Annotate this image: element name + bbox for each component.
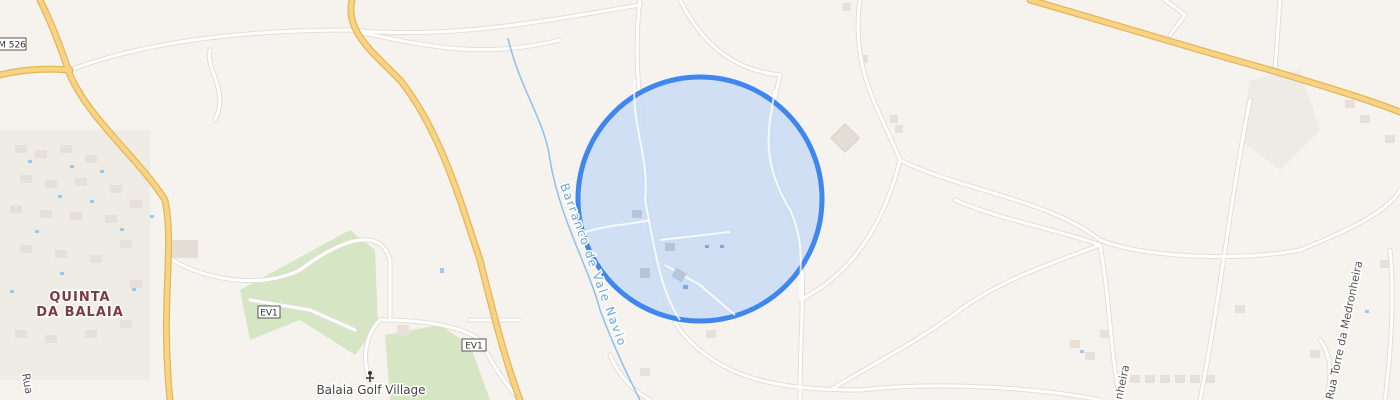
place-label: DA BALAIA — [36, 305, 124, 320]
building — [168, 240, 198, 258]
svg-text:EV1: EV1 — [465, 342, 483, 352]
place-label: QUINTA — [49, 290, 110, 305]
svg-text:EV1: EV1 — [260, 309, 278, 319]
road-shield: EV1 — [461, 338, 487, 352]
road-shield: M 526 — [0, 37, 27, 51]
map-canvas[interactable]: QUINTA DA BALAIA Balaia Golf Village M 5… — [0, 0, 1400, 400]
poi-label[interactable]: Balaia Golf Village — [315, 382, 427, 399]
residential-area — [0, 130, 150, 380]
svg-text:M 526: M 526 — [0, 41, 26, 51]
road-shield: EV1 — [257, 305, 281, 319]
